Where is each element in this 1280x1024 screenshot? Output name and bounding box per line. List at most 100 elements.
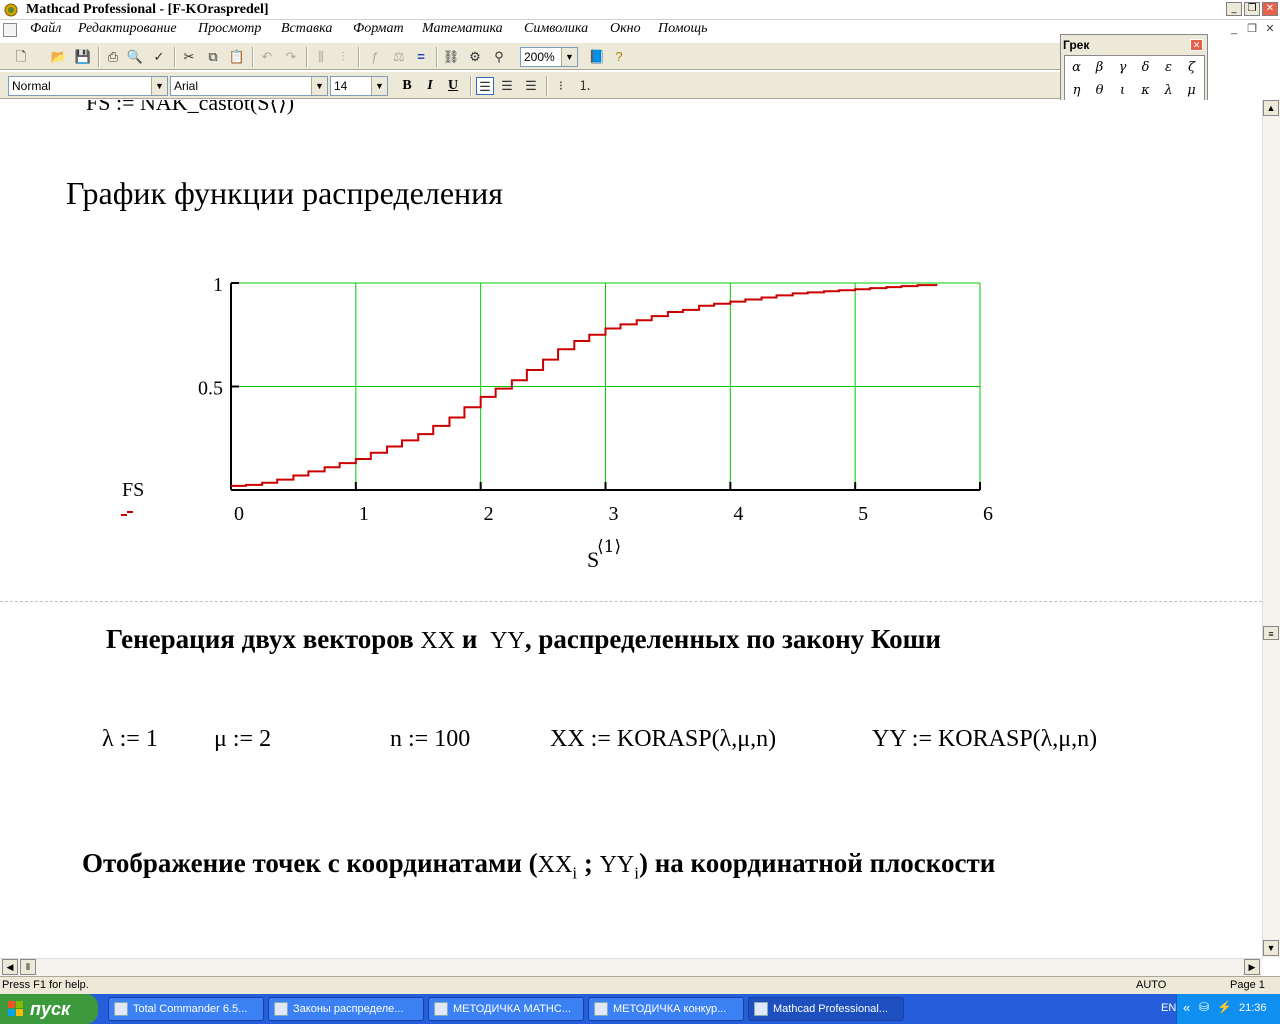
task-label: МЕТОДИЧКА MATHC...: [453, 1003, 571, 1015]
greek-symbol[interactable]: β: [1088, 56, 1111, 79]
document-icon[interactable]: [3, 23, 17, 37]
security-icon[interactable]: ⚡: [1217, 1000, 1232, 1014]
align-center-icon[interactable]: ☰: [498, 77, 516, 95]
calculate-icon[interactable]: =: [412, 48, 430, 66]
mdi-restore-button[interactable]: ❐: [1244, 23, 1260, 37]
fs-definition-formula[interactable]: FS := NAK_castot(S⟨⟩): [86, 100, 294, 116]
menu-symbolics[interactable]: Символика: [524, 21, 588, 37]
bullet-list-icon[interactable]: ⁝: [552, 77, 570, 95]
menu-view[interactable]: Просмотр: [198, 21, 261, 37]
x-tick-label: 1: [359, 503, 369, 525]
greek-symbol[interactable]: θ: [1088, 79, 1111, 102]
style-select[interactable]: Normal ▼: [8, 76, 168, 96]
mdi-minimize-button[interactable]: _: [1226, 23, 1242, 37]
resources-icon[interactable]: 📘: [588, 48, 606, 66]
menu-format[interactable]: Формат: [353, 21, 404, 37]
scroll-right-icon[interactable]: ▶: [1244, 959, 1260, 975]
tray-chevron-icon[interactable]: «: [1183, 1000, 1190, 1015]
greek-symbol[interactable]: ι: [1111, 79, 1134, 102]
numbered-list-icon[interactable]: ⒈: [576, 77, 594, 95]
greek-symbol[interactable]: κ: [1134, 79, 1157, 102]
align-left-icon[interactable]: ☰: [476, 77, 494, 95]
scroll-up-icon[interactable]: ▲: [1263, 100, 1279, 116]
menu-help[interactable]: Помощь: [658, 21, 707, 37]
redo-icon[interactable]: ↷: [282, 48, 300, 66]
lambda-definition[interactable]: λ := 1: [102, 726, 158, 753]
minimize-button[interactable]: _: [1226, 2, 1242, 16]
help-icon[interactable]: ?: [610, 48, 628, 66]
task-word-document-2[interactable]: МЕТОДИЧКА MATHC...: [428, 997, 584, 1021]
menu-file[interactable]: Файл: [30, 21, 61, 37]
task-total-commander[interactable]: Total Commander 6.5...: [108, 997, 264, 1021]
chevron-down-icon[interactable]: ▼: [311, 77, 327, 95]
greek-symbol[interactable]: ε: [1157, 56, 1180, 79]
undo-icon[interactable]: ↶: [258, 48, 276, 66]
distribution-plot[interactable]: 0 1 2 3 4 5 60.51FSS⟨1⟩: [100, 260, 1020, 580]
greek-symbol[interactable]: δ: [1134, 56, 1157, 79]
plot-heading[interactable]: График функции распределения: [66, 175, 503, 212]
greek-symbol[interactable]: γ: [1111, 56, 1134, 79]
mdi-close-button[interactable]: ✕: [1262, 23, 1278, 37]
insert-unit-icon[interactable]: ⚖: [390, 48, 408, 66]
xx-definition[interactable]: XX := KORASP(λ,μ,n): [550, 726, 776, 753]
open-folder-icon[interactable]: 📂: [50, 48, 68, 66]
copy-icon[interactable]: ⧉: [204, 48, 222, 66]
print-preview-icon[interactable]: 🔍: [126, 48, 144, 66]
greek-symbol[interactable]: λ: [1157, 79, 1180, 102]
greek-symbol[interactable]: α: [1065, 56, 1088, 79]
scroll-down-icon[interactable]: ▼: [1263, 940, 1279, 956]
task-word-document-1[interactable]: Законы распределе...: [268, 997, 424, 1021]
greek-symbol[interactable]: η: [1065, 79, 1088, 102]
save-icon[interactable]: 💾: [74, 48, 92, 66]
greek-symbol[interactable]: ζ: [1180, 56, 1203, 79]
new-document-icon[interactable]: 🗋: [12, 48, 30, 66]
n-definition[interactable]: n := 100: [390, 726, 470, 753]
underline-button[interactable]: U: [443, 77, 463, 95]
menu-window[interactable]: Окно: [610, 21, 641, 37]
vectors-heading[interactable]: Генерация двух векторов XX и YY, распред…: [106, 624, 941, 655]
insert-function-icon[interactable]: ƒ: [366, 48, 384, 66]
mu-definition[interactable]: μ := 2: [214, 726, 271, 753]
resource-center-icon[interactable]: ⚲: [490, 48, 508, 66]
zoom-select[interactable]: 200% ▼: [520, 47, 578, 67]
menu-math[interactable]: Математика: [422, 21, 503, 37]
insert-hyperlink-icon[interactable]: ⛓: [442, 48, 460, 66]
greek-symbol[interactable]: μ: [1180, 79, 1203, 102]
chevron-down-icon[interactable]: ▼: [151, 77, 167, 95]
toolbar-separator: [546, 76, 548, 96]
paste-icon[interactable]: 📋: [228, 48, 246, 66]
align-down-icon[interactable]: ⫶: [334, 48, 352, 66]
menu-edit[interactable]: Редактирование: [78, 21, 177, 37]
close-button[interactable]: ✕: [1262, 2, 1278, 16]
scroll-thumb[interactable]: ≡: [1263, 626, 1279, 640]
horizontal-scroll-thumb[interactable]: ⦀: [20, 959, 36, 975]
start-button[interactable]: пуск: [0, 994, 98, 1024]
font-size-select[interactable]: 14 ▼: [330, 76, 388, 96]
font-select[interactable]: Arial ▼: [170, 76, 328, 96]
task-word-document-3[interactable]: МЕТОДИЧКА конкур...: [588, 997, 744, 1021]
cut-icon[interactable]: ✂: [180, 48, 198, 66]
insert-component-icon[interactable]: ⚙: [466, 48, 484, 66]
close-icon[interactable]: ✕: [1190, 39, 1203, 51]
italic-button[interactable]: I: [420, 77, 440, 95]
menu-insert[interactable]: Вставка: [281, 21, 332, 37]
horizontal-scrollbar[interactable]: ◀ ⦀ ▶: [0, 958, 1262, 976]
restore-button[interactable]: ❐: [1244, 2, 1260, 16]
print-icon[interactable]: ⎙: [104, 48, 122, 66]
network-icon[interactable]: ⛁: [1199, 1000, 1209, 1014]
toolbar-separator: [306, 47, 308, 67]
yy-definition[interactable]: YY := KORASP(λ,μ,n): [872, 726, 1097, 753]
task-mathcad[interactable]: Mathcad Professional...: [748, 997, 904, 1021]
points-heading[interactable]: Отображение точек с координатами (XXi ; …: [82, 848, 995, 883]
align-right-icon[interactable]: ☰: [522, 77, 540, 95]
mathcad-app-icon[interactable]: [3, 2, 19, 18]
chevron-down-icon[interactable]: ▼: [561, 48, 577, 66]
align-across-icon[interactable]: ⫼: [312, 48, 330, 66]
scroll-left-icon[interactable]: ◀: [2, 959, 18, 975]
bold-button[interactable]: B: [397, 77, 417, 95]
spell-check-icon[interactable]: ✓: [150, 48, 168, 66]
worksheet[interactable]: FS := NAK_castot(S⟨⟩) График функции рас…: [0, 100, 1262, 958]
language-indicator[interactable]: EN: [1161, 1002, 1176, 1014]
vertical-scrollbar[interactable]: ▲ ≡ ▼: [1262, 100, 1280, 958]
chevron-down-icon[interactable]: ▼: [371, 77, 387, 95]
